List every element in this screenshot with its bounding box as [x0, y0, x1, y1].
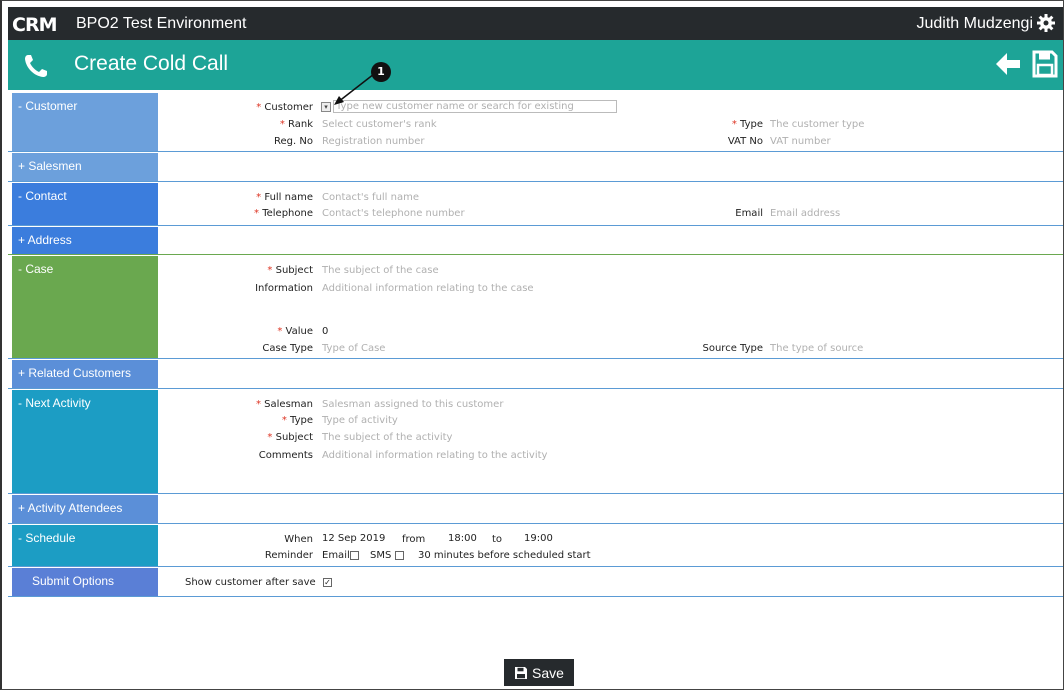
section-toggle-related-customers[interactable]: + Related Customers — [12, 360, 158, 388]
case-type-label: Case Type — [262, 343, 313, 354]
user-name[interactable]: Judith Mudzengi — [916, 15, 1033, 33]
customer-type-select[interactable]: The customer type — [770, 119, 864, 130]
next-activity-section-body: * Salesman Salesman assigned to this cus… — [158, 390, 1063, 493]
case-subject-label: * Subject — [267, 265, 313, 276]
from-label: from — [402, 534, 426, 545]
gear-icon[interactable] — [1036, 13, 1056, 33]
to-label: to — [492, 534, 503, 545]
section-label-submit-options: Submit Options — [12, 568, 158, 596]
case-information-input[interactable]: Additional information relating to the c… — [322, 283, 534, 294]
save-button[interactable]: Save — [504, 659, 574, 686]
save-icon[interactable] — [1032, 50, 1058, 78]
customer-label: * Customer — [256, 102, 313, 113]
contact-section: - Contact * Full name Contact's full nam… — [8, 183, 1063, 226]
activity-type-label: * Type — [281, 415, 313, 426]
reminder-sms-label: SMS — [370, 550, 392, 561]
address-section: + Address — [8, 227, 1063, 255]
activity-comments-input[interactable]: Additional information relating to the a… — [322, 450, 547, 461]
phone-icon — [25, 55, 47, 77]
telephone-input[interactable]: Contact's telephone number — [322, 208, 465, 219]
show-customer-checkbox[interactable]: ✓ — [323, 578, 332, 587]
fullname-label: * Full name — [256, 192, 313, 203]
salesman-label: * Salesman — [255, 399, 313, 410]
when-label: When — [284, 534, 313, 545]
floppy-disk-icon — [515, 666, 528, 679]
activity-type-select[interactable]: Type of activity — [322, 415, 398, 426]
activity-attendees-section: + Activity Attendees — [8, 495, 1063, 524]
reminder-text: 30 minutes before scheduled start — [418, 550, 591, 561]
next-activity-section: - Next Activity * Salesman Salesman assi… — [8, 390, 1063, 494]
section-toggle-schedule[interactable]: - Schedule — [12, 525, 158, 566]
case-section-body: * Subject The subject of the case Inform… — [158, 256, 1063, 358]
svg-text:CRM: CRM — [12, 15, 57, 33]
top-bar: CRM BPO2 Test Environment Judith Mudzeng… — [8, 7, 1063, 40]
source-type-label: Source Type — [702, 343, 764, 354]
page-title: Create Cold Call — [74, 52, 229, 75]
submit-options-section: Submit Options Show customer after save … — [8, 568, 1063, 597]
customer-section: - Customer * Customer ▾ Type new custome… — [8, 93, 1063, 152]
reminder-email-checkbox[interactable] — [350, 551, 359, 560]
activity-comments-label: Comments — [258, 450, 313, 461]
case-value-input[interactable]: 0 — [322, 326, 328, 337]
submit-options-body: Show customer after save ✓ — [158, 568, 1063, 596]
related-customers-section: + Related Customers — [8, 360, 1063, 389]
section-toggle-next-activity[interactable]: - Next Activity — [12, 390, 158, 493]
case-type-select[interactable]: Type of Case — [322, 343, 385, 354]
case-information-label: Information — [255, 283, 313, 294]
contact-section-body: * Full name Contact's full name * Teleph… — [158, 183, 1063, 225]
to-time-input[interactable]: 19:00 — [524, 533, 553, 544]
section-toggle-address[interactable]: + Address — [12, 227, 158, 254]
source-type-select[interactable]: The type of source — [770, 343, 863, 354]
salesman-select[interactable]: Salesman assigned to this customer — [322, 399, 503, 410]
page-header: Create Cold Call — [8, 40, 1063, 90]
reminder-email-label: Email — [322, 550, 350, 561]
vat-label: VAT No — [727, 136, 763, 147]
vat-input[interactable]: VAT number — [770, 136, 831, 147]
section-toggle-activity-attendees[interactable]: + Activity Attendees — [12, 495, 158, 523]
show-customer-label: Show customer after save — [185, 577, 316, 588]
regno-label: Reg. No — [274, 136, 313, 147]
customer-section-body: * Customer ▾ Type new customer name or s… — [158, 93, 1063, 151]
section-toggle-contact[interactable]: - Contact — [12, 183, 158, 225]
section-toggle-salesmen[interactable]: + Salesmen — [12, 153, 158, 181]
email-label: Email — [735, 208, 763, 219]
rank-label: * Rank — [279, 119, 313, 130]
save-button-label: Save — [532, 664, 564, 681]
from-time-input[interactable]: 18:00 — [448, 533, 477, 544]
reminder-sms-checkbox[interactable] — [395, 551, 404, 560]
case-subject-input[interactable]: The subject of the case — [322, 265, 439, 276]
environment-title: BPO2 Test Environment — [76, 15, 247, 32]
regno-input[interactable]: Registration number — [322, 136, 425, 147]
crm-logo: CRM — [12, 14, 70, 34]
section-toggle-customer[interactable]: - Customer — [12, 93, 158, 151]
schedule-section-body: When 12 Sep 2019 from 18:00 to 19:00 Rem… — [158, 525, 1063, 566]
section-toggle-case[interactable]: - Case — [12, 256, 158, 358]
schedule-date-input[interactable]: 12 Sep 2019 — [322, 533, 385, 544]
email-input[interactable]: Email address — [770, 208, 840, 219]
callout-badge: 1 — [371, 62, 391, 82]
reminder-label: Reminder — [264, 550, 313, 561]
customer-type-label: * Type — [731, 119, 763, 130]
salesmen-section: + Salesmen — [8, 153, 1063, 182]
rank-select[interactable]: Select customer's rank — [322, 119, 437, 130]
telephone-label: * Telephone — [254, 208, 313, 219]
activity-subject-label: * Subject — [267, 432, 313, 443]
back-arrow-icon[interactable] — [993, 50, 1023, 78]
fullname-input[interactable]: Contact's full name — [322, 192, 419, 203]
case-section: - Case * Subject The subject of the case… — [8, 256, 1063, 359]
activity-subject-input[interactable]: The subject of the activity — [322, 432, 452, 443]
case-value-label: * Value — [277, 326, 313, 337]
schedule-section: - Schedule When 12 Sep 2019 from 18:00 t… — [8, 525, 1063, 567]
